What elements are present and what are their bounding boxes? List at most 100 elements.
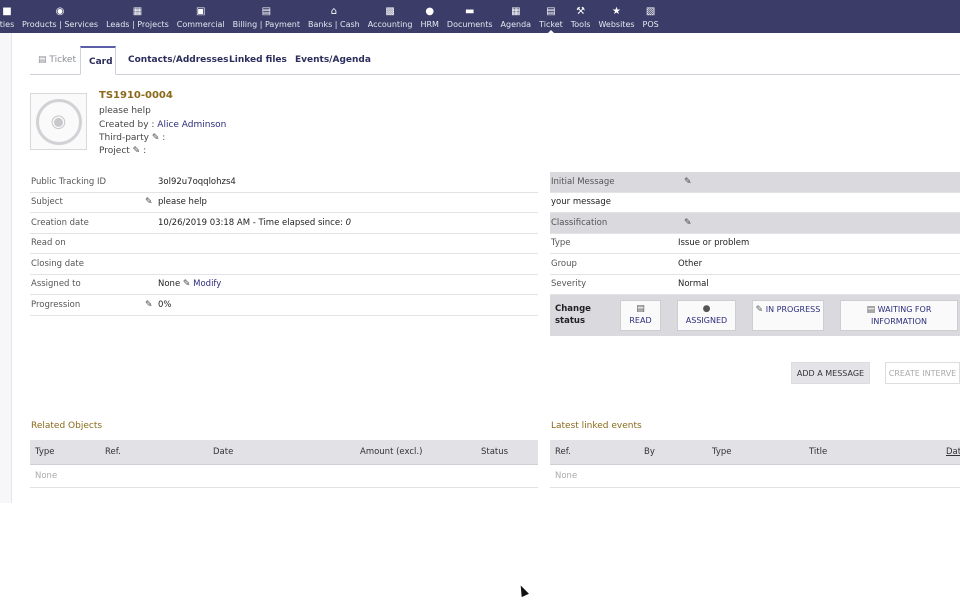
edit-project-icon[interactable]: ✎: [133, 146, 141, 156]
nav-label: Websites: [598, 20, 635, 29]
folder-icon: ▬: [465, 6, 475, 17]
nav-item-billing[interactable]: ▤ Billing | Payment: [229, 0, 304, 33]
created-by-label: Created by :: [99, 120, 155, 130]
nav-item-ticket[interactable]: ▤ Ticket: [535, 0, 567, 33]
tab-label: Card: [89, 57, 113, 67]
user-icon: ●: [702, 304, 711, 314]
tab-contacts[interactable]: Contacts/Addresses: [120, 46, 236, 75]
status-in-progress-label: ✎ IN PROGRESS: [753, 304, 823, 316]
nav-item-products[interactable]: ◉ Products | Services: [18, 0, 102, 33]
field-row-severity: Severity Normal: [550, 275, 960, 295]
edit-message-icon[interactable]: ✎: [684, 177, 692, 187]
status-waiting-button[interactable]: ▤ WAITING FOR INFORMATION: [840, 300, 958, 331]
edit-classification-icon[interactable]: ✎: [684, 218, 692, 228]
assigned-value: None ✎ Modify: [158, 279, 221, 289]
field-row-tracking: Public Tracking ID 3ol92u7oqqlohzs4: [30, 172, 538, 193]
status-in-progress-button[interactable]: ✎ IN PROGRESS: [752, 300, 824, 331]
nav-label: Banks | Cash: [307, 20, 360, 29]
col-date: Date: [213, 447, 234, 457]
group-label: Group: [551, 258, 577, 269]
waiting-text: WAITING FOR INFORMATION: [870, 305, 932, 326]
user-tie-icon: ●: [425, 6, 435, 17]
group-value: Other: [678, 258, 703, 269]
tab-events[interactable]: Events/Agenda: [287, 46, 379, 75]
in-progress-text: IN PROGRESS: [765, 305, 821, 314]
nav-item-tools[interactable]: ⚒ Tools: [567, 0, 595, 33]
ticket-ref: TS1910-0004: [99, 90, 173, 101]
read-icon: ▤: [636, 304, 645, 314]
nav-item-documents[interactable]: ▬ Documents: [443, 0, 497, 33]
tab-card[interactable]: Card: [80, 46, 116, 75]
tab-ticket[interactable]: ▤ Ticket: [30, 46, 84, 75]
edit-progression-icon[interactable]: ✎: [145, 300, 153, 310]
status-assigned-button[interactable]: ● ASSIGNED: [677, 300, 736, 331]
related-objects-header: Type Ref. Date Amount (excl.) Status: [30, 440, 538, 465]
closing-label: Closing date: [31, 258, 84, 269]
assigned-label: Assigned to: [31, 279, 81, 290]
tab-bar: ▤ Ticket Card Contacts/Addresses Linked …: [30, 46, 960, 75]
add-message-button[interactable]: ADD A MESSAGE: [791, 362, 870, 384]
col-date[interactable]: Dat: [946, 447, 960, 457]
col-ref: Ref.: [555, 447, 571, 457]
read-on-label: Read on: [31, 238, 66, 249]
created-by-link[interactable]: Alice Adminson: [157, 120, 226, 130]
third-party-line: Third-party ✎ :: [99, 133, 166, 143]
field-row-progression: Progression ✎ 0%: [30, 295, 538, 316]
col-by: By: [644, 447, 655, 457]
nav-label: Products | Services: [22, 20, 99, 29]
nav-label: HRM: [420, 20, 439, 29]
field-row-message-body: your message: [550, 193, 960, 213]
keyboard-icon: ▩: [385, 6, 395, 17]
tab-label: Contacts/Addresses: [128, 55, 229, 65]
nav-item-websites[interactable]: ★ Websites: [594, 0, 638, 33]
nav-item-commercial[interactable]: ▣ Commercial: [173, 0, 229, 33]
subject-value: please help: [158, 197, 207, 208]
ticket-icon: ▤: [38, 55, 50, 65]
wrench-icon: ⚒: [576, 6, 586, 17]
col-ref: Ref.: [105, 447, 121, 457]
nav-item-thirdparties[interactable]: ■ ties: [0, 0, 18, 33]
nav-label: Documents: [446, 20, 493, 29]
waiting-icon: ▤: [866, 305, 876, 315]
nav-label: Ticket: [539, 20, 563, 29]
edit-assigned-icon[interactable]: ✎: [183, 279, 191, 289]
modify-link[interactable]: Modify: [193, 279, 221, 289]
severity-label: Severity: [551, 279, 587, 290]
nav-item-agenda[interactable]: ▦ Agenda: [497, 0, 536, 33]
nav-item-banks[interactable]: ⌂ Banks | Cash: [304, 0, 364, 33]
field-row-assigned: Assigned to None ✎ Modify: [30, 275, 538, 295]
status-waiting-label: ▤ WAITING FOR INFORMATION: [841, 304, 957, 327]
edit-subject-icon[interactable]: ✎: [145, 197, 153, 207]
initial-message-label: Initial Message: [551, 176, 615, 187]
linked-events-title: Latest linked events: [551, 421, 642, 431]
field-row-closing: Closing date: [30, 254, 538, 275]
created-by-line: Created by : Alice Adminson: [99, 120, 226, 130]
network-icon: ★: [612, 6, 621, 17]
edit-third-party-icon[interactable]: ✎: [152, 133, 160, 143]
tab-label: Linked files: [229, 55, 287, 65]
linked-events-header: Ref. By Type Title Dat: [550, 440, 960, 465]
nav-label: ties: [0, 20, 15, 29]
severity-value: Normal: [678, 279, 709, 290]
tab-linked-files[interactable]: Linked files: [221, 46, 295, 75]
left-sidebar: [0, 33, 12, 503]
ticket-subject: please help: [99, 106, 151, 116]
tab-label: Events/Agenda: [295, 55, 371, 65]
type-label: Type: [551, 238, 571, 249]
status-read-button[interactable]: ▤ READ: [620, 300, 661, 331]
third-party-label: Third-party: [99, 133, 149, 143]
creation-label: Creation date: [31, 217, 89, 228]
initial-message-value: your message: [551, 197, 612, 208]
classification-label: Classification: [551, 217, 608, 228]
create-intervention-button[interactable]: CREATE INTERVE: [885, 362, 960, 384]
status-assigned-label: ASSIGNED: [685, 316, 728, 325]
nav-item-pos[interactable]: ▧ POS: [639, 0, 663, 33]
ticket-photo-placeholder: ◉: [30, 93, 87, 150]
nav-item-accounting[interactable]: ▩ Accounting: [364, 0, 417, 33]
cashdesk-icon: ▧: [645, 6, 656, 17]
nav-item-leads[interactable]: ▦ Leads | Projects: [102, 0, 173, 33]
ticket-fields-left: Public Tracking ID 3ol92u7oqqlohzs4 Subj…: [30, 172, 538, 317]
nav-item-hrm[interactable]: ● HRM: [416, 0, 442, 33]
col-status: Status: [481, 447, 509, 457]
nav-label: Commercial: [176, 20, 225, 29]
